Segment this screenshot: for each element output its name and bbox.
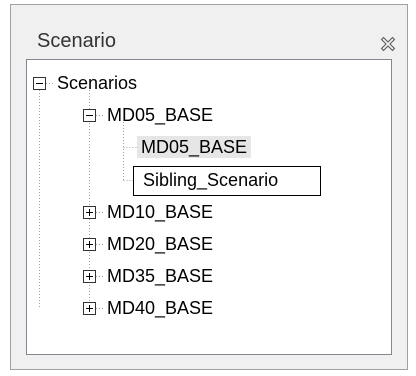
scenario-panel: Scenario Scenarios MD05_BASE MD05_BASE S… xyxy=(10,4,408,370)
panel-title: Scenario xyxy=(37,30,116,52)
close-icon[interactable] xyxy=(379,35,397,53)
tree-node-md10-base[interactable]: MD10_BASE xyxy=(107,201,213,223)
md35-expand-icon[interactable] xyxy=(83,270,96,283)
scenario-tree[interactable]: Scenarios MD05_BASE MD05_BASE Sibling_Sc… xyxy=(26,59,392,355)
panel-header: Scenario xyxy=(11,5,407,59)
tree-node-scenarios[interactable]: Scenarios xyxy=(57,72,137,94)
md40-expand-icon[interactable] xyxy=(83,302,96,315)
tree-node-md20-base[interactable]: MD20_BASE xyxy=(107,233,213,255)
tree-node-md35-base[interactable]: MD35_BASE xyxy=(107,265,213,287)
md10-expand-icon[interactable] xyxy=(83,206,96,219)
root-collapse-icon[interactable] xyxy=(33,77,46,90)
tree-node-md05-base-child[interactable]: MD05_BASE xyxy=(137,136,252,158)
rename-scenario-input[interactable]: Sibling_Scenario xyxy=(133,166,321,196)
md20-expand-icon[interactable] xyxy=(83,238,96,251)
md05-collapse-icon[interactable] xyxy=(83,109,96,122)
tree-node-md40-base[interactable]: MD40_BASE xyxy=(107,297,213,319)
tree-node-md05-base[interactable]: MD05_BASE xyxy=(107,104,213,126)
